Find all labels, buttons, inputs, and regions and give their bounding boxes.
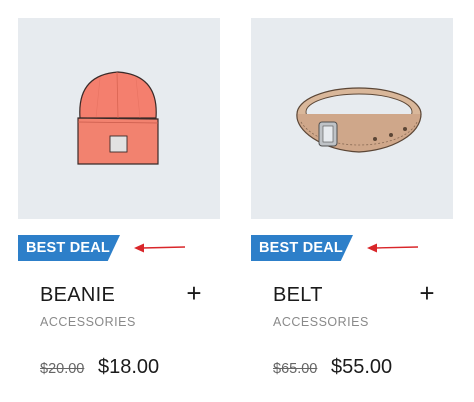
plus-icon: + xyxy=(186,278,202,308)
product-image[interactable] xyxy=(251,18,453,219)
product-image[interactable] xyxy=(18,18,220,219)
badge-row: BEST DEAL xyxy=(251,235,453,261)
beanie-icon xyxy=(77,71,159,165)
original-price: $20.00 xyxy=(40,361,85,377)
product-category[interactable]: ACCESSORIES xyxy=(40,315,136,329)
product-title[interactable]: BELT xyxy=(273,284,323,307)
product-card: BEST DEAL BEANIE + ACCESSORIES $20.00 $1… xyxy=(18,18,220,398)
add-to-cart-button[interactable]: + xyxy=(415,280,439,306)
belt-icon xyxy=(296,87,422,153)
plus-icon: + xyxy=(419,278,435,308)
best-deal-badge: BEST DEAL xyxy=(18,235,120,261)
arrow-left-icon xyxy=(134,243,186,253)
sale-price: $55.00 xyxy=(331,356,393,378)
add-to-cart-button[interactable]: + xyxy=(182,280,206,306)
sale-price: $18.00 xyxy=(98,356,160,378)
product-title[interactable]: BEANIE xyxy=(40,284,115,307)
badge-row: BEST DEAL xyxy=(18,235,220,261)
product-category[interactable]: ACCESSORIES xyxy=(273,315,369,329)
arrow-left-icon xyxy=(367,243,419,253)
original-price: $65.00 xyxy=(273,361,318,377)
product-card: BEST DEAL BELT + ACCESSORIES $65.00 $55.… xyxy=(251,18,453,398)
best-deal-badge: BEST DEAL xyxy=(251,235,353,261)
